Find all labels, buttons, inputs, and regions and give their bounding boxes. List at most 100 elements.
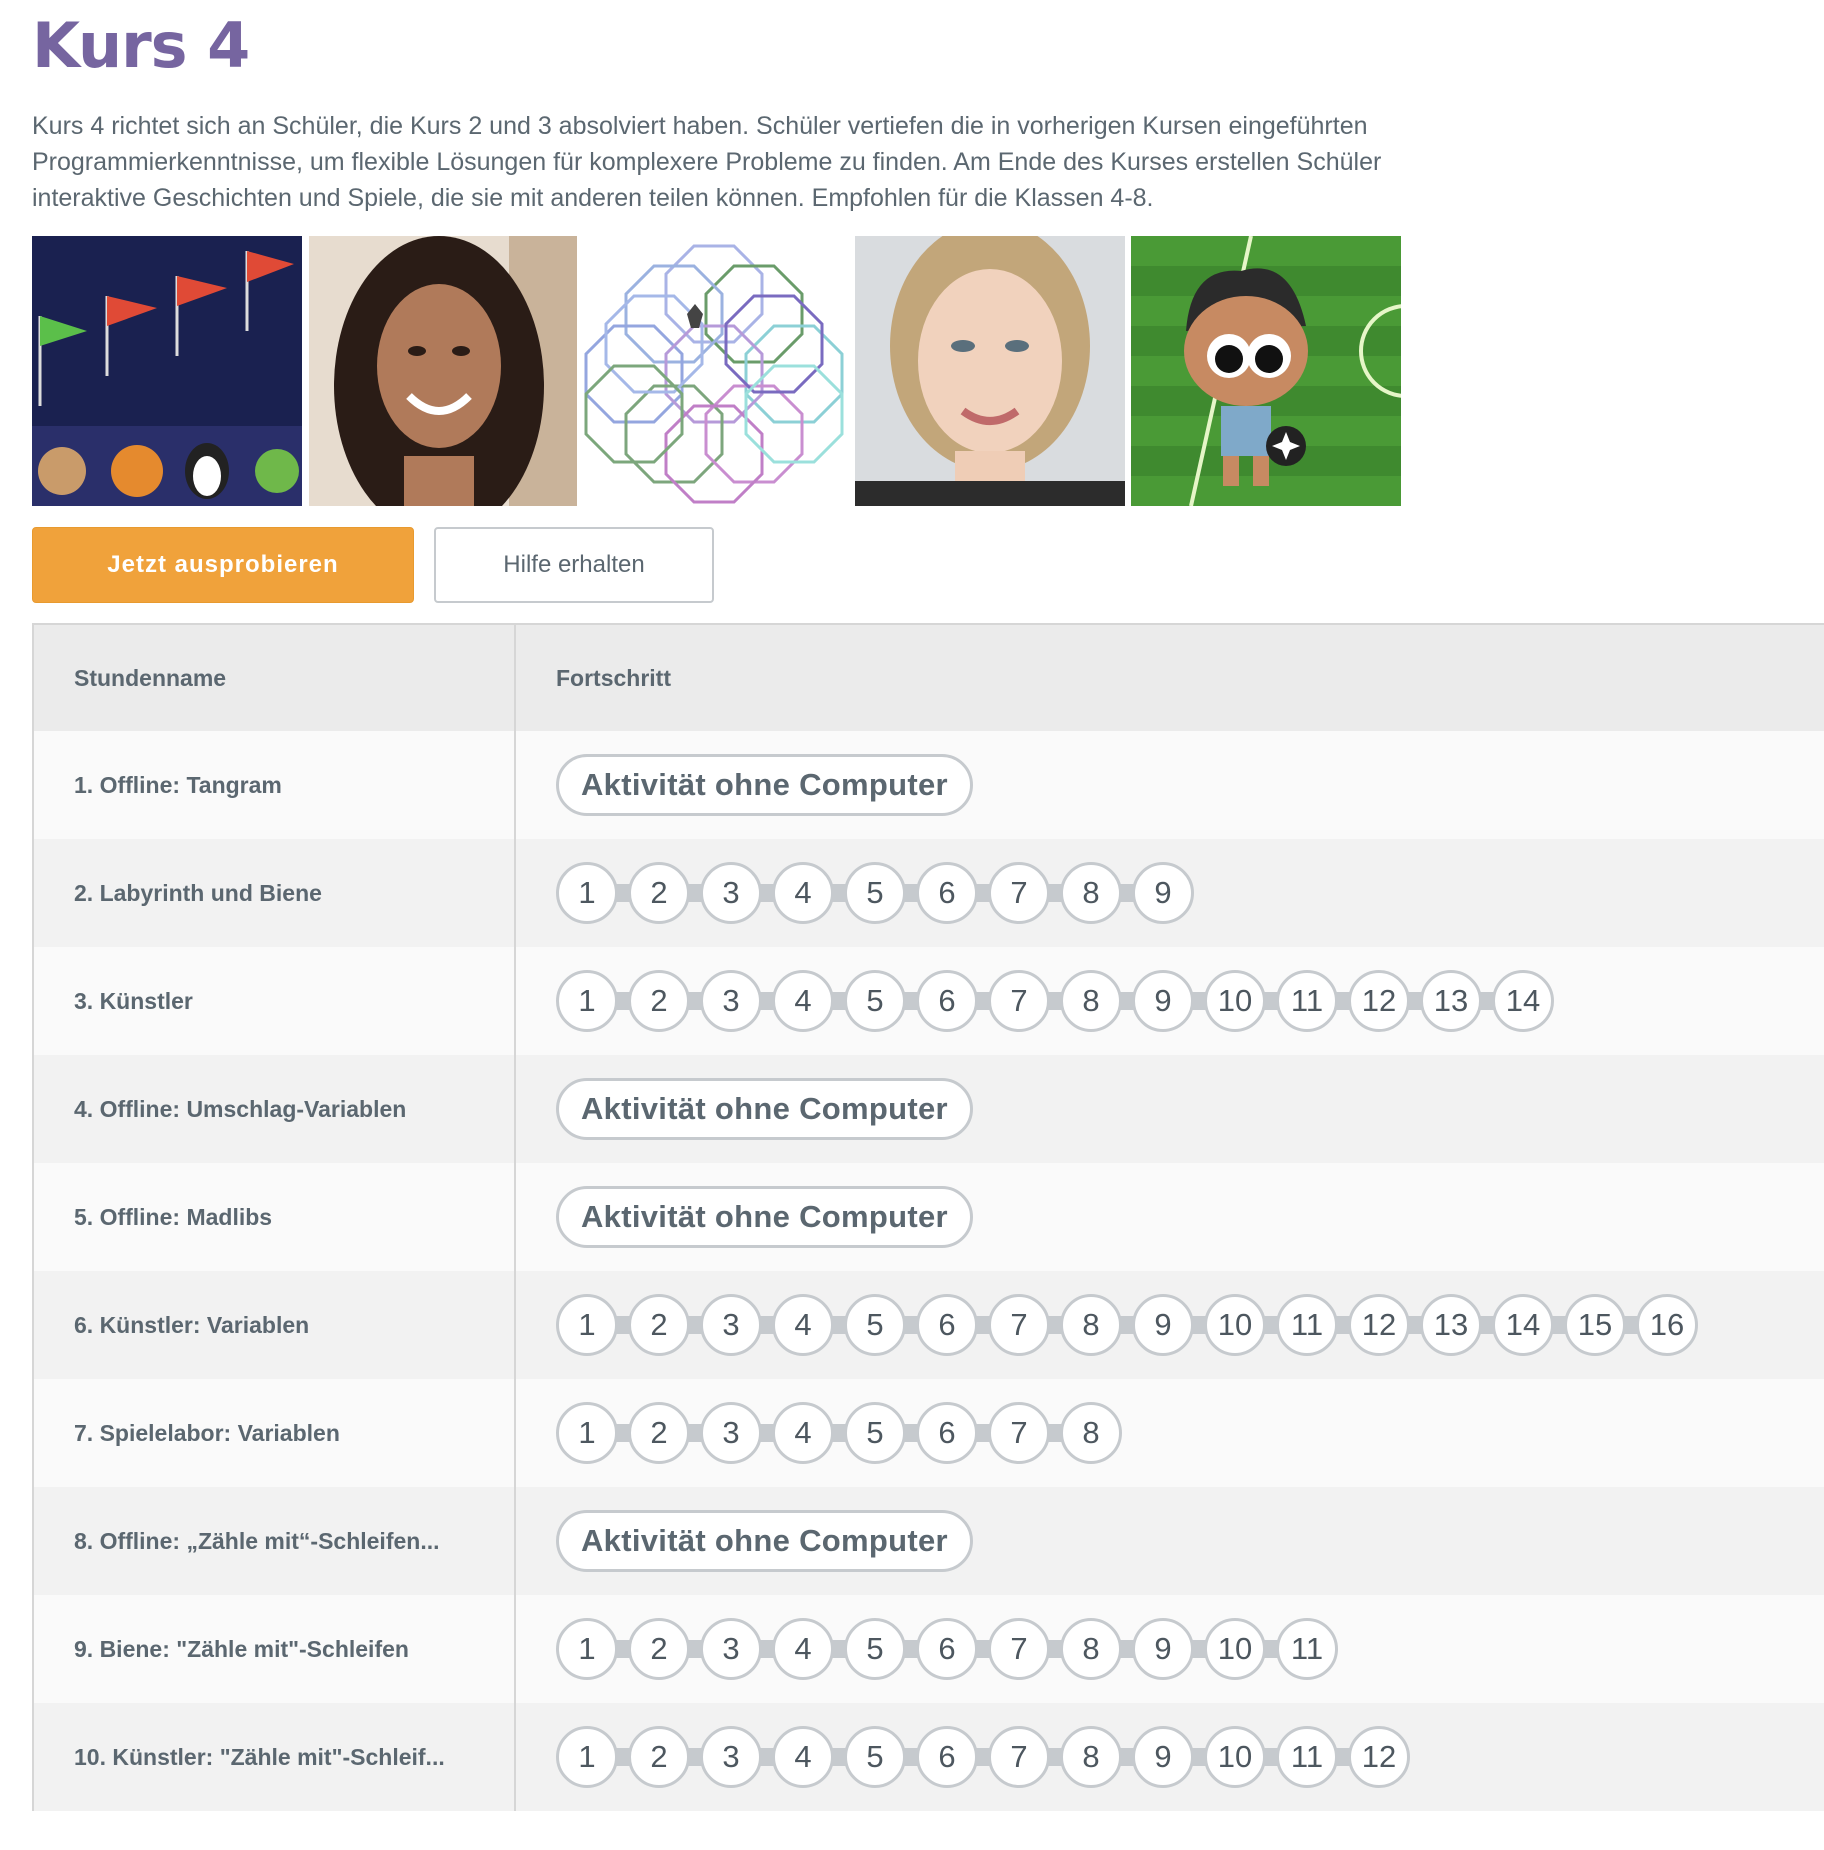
level-bubble[interactable]: 1 <box>556 1618 618 1680</box>
level-bubble[interactable]: 1 <box>556 862 618 924</box>
level-bubble[interactable]: 8 <box>1060 970 1122 1032</box>
level-bubble[interactable]: 8 <box>1060 1402 1122 1464</box>
level-bubble[interactable]: 2 <box>628 1294 690 1356</box>
level-bubble[interactable]: 10 <box>1204 1726 1266 1788</box>
level-bubble[interactable]: 15 <box>1564 1294 1626 1356</box>
offline-activity-pill[interactable]: Aktivität ohne Computer <box>556 1078 973 1140</box>
level-bubble[interactable]: 5 <box>844 862 906 924</box>
lesson-name[interactable]: 4. Offline: Umschlag-Variablen <box>33 1055 516 1163</box>
level-bubble[interactable]: 3 <box>700 1402 762 1464</box>
level-bubble[interactable]: 8 <box>1060 862 1122 924</box>
lesson-progress: 1 2 3 4 5 6 7 8 9 10 11 12 13 14 15 16 <box>515 1271 1824 1379</box>
level-bubble[interactable]: 4 <box>772 970 834 1032</box>
octagon-pattern-image <box>577 236 851 506</box>
table-row: 7. Spielelabor: Variablen 1 2 3 4 5 6 7 8 <box>33 1379 1824 1487</box>
lesson-name[interactable]: 5. Offline: Madlibs <box>33 1163 516 1271</box>
level-bubble[interactable]: 1 <box>556 1726 618 1788</box>
lesson-name[interactable]: 2. Labyrinth und Biene <box>33 839 516 947</box>
lesson-name[interactable]: 10. Künstler: "Zähle mit"-Schleif... <box>33 1703 516 1811</box>
level-bubble[interactable]: 5 <box>844 1402 906 1464</box>
level-bubble[interactable]: 7 <box>988 1294 1050 1356</box>
level-bubble[interactable]: 5 <box>844 970 906 1032</box>
level-bubble[interactable]: 1 <box>556 1402 618 1464</box>
lesson-name[interactable]: 9. Biene: "Zähle mit"-Schleifen <box>33 1595 516 1703</box>
lesson-name[interactable]: 1. Offline: Tangram <box>33 731 516 839</box>
lesson-name[interactable]: 6. Künstler: Variablen <box>33 1271 516 1379</box>
level-bubble[interactable]: 4 <box>772 862 834 924</box>
level-bubble[interactable]: 10 <box>1204 1294 1266 1356</box>
offline-activity-pill[interactable]: Aktivität ohne Computer <box>556 1186 973 1248</box>
offline-activity-pill[interactable]: Aktivität ohne Computer <box>556 754 973 816</box>
level-bubble[interactable]: 2 <box>628 862 690 924</box>
level-bubble[interactable]: 3 <box>700 862 762 924</box>
level-bubble[interactable]: 8 <box>1060 1618 1122 1680</box>
level-bubble[interactable]: 10 <box>1204 970 1266 1032</box>
smiling-woman-portrait-image <box>309 236 577 506</box>
level-bubble[interactable]: 2 <box>628 1402 690 1464</box>
level-bubble[interactable]: 14 <box>1492 970 1554 1032</box>
column-header-progress: Fortschritt <box>515 624 1824 731</box>
lesson-progress: 123456789 <box>515 839 1824 947</box>
level-bubbles: 1 2 3 4 5 6 7 8 9 10 11 12 <box>556 1726 1824 1788</box>
level-bubble[interactable]: 13 <box>1420 970 1482 1032</box>
level-bubble[interactable]: 9 <box>1132 862 1194 924</box>
level-bubble[interactable]: 2 <box>628 1618 690 1680</box>
level-bubble[interactable]: 7 <box>988 1618 1050 1680</box>
level-bubble[interactable]: 8 <box>1060 1726 1122 1788</box>
level-bubble[interactable]: 9 <box>1132 1294 1194 1356</box>
level-bubble[interactable]: 9 <box>1132 1726 1194 1788</box>
level-bubble[interactable]: 8 <box>1060 1294 1122 1356</box>
lesson-name[interactable]: 8. Offline: „Zähle mit“-Schleifen... <box>33 1487 516 1595</box>
level-bubble[interactable]: 5 <box>844 1618 906 1680</box>
level-bubble[interactable]: 10 <box>1204 1618 1266 1680</box>
level-bubble[interactable]: 16 <box>1636 1294 1698 1356</box>
level-bubble[interactable]: 1 <box>556 970 618 1032</box>
level-bubble[interactable]: 4 <box>772 1618 834 1680</box>
level-bubble[interactable]: 3 <box>700 1726 762 1788</box>
level-bubble[interactable]: 7 <box>988 970 1050 1032</box>
table-row: 8. Offline: „Zähle mit“-Schleifen... Akti… <box>33 1487 1824 1595</box>
level-bubble[interactable]: 6 <box>916 1726 978 1788</box>
level-bubble[interactable]: 11 <box>1276 1726 1338 1788</box>
level-bubble[interactable]: 3 <box>700 1294 762 1356</box>
level-bubble[interactable]: 2 <box>628 970 690 1032</box>
level-bubble[interactable]: 12 <box>1348 970 1410 1032</box>
level-bubble[interactable]: 12 <box>1348 1294 1410 1356</box>
level-bubble[interactable]: 2 <box>628 1726 690 1788</box>
offline-activity-pill[interactable]: Aktivität ohne Computer <box>556 1510 973 1572</box>
level-bubble[interactable]: 6 <box>916 862 978 924</box>
level-bubble[interactable]: 4 <box>772 1294 834 1356</box>
lesson-name[interactable]: 7. Spielelabor: Variablen <box>33 1379 516 1487</box>
level-bubble[interactable]: 14 <box>1492 1294 1554 1356</box>
level-bubble[interactable]: 6 <box>916 1294 978 1356</box>
level-bubble[interactable]: 4 <box>772 1402 834 1464</box>
level-bubble[interactable]: 11 <box>1276 970 1338 1032</box>
level-bubble[interactable]: 9 <box>1132 970 1194 1032</box>
level-bubble[interactable]: 3 <box>700 1618 762 1680</box>
lesson-name[interactable]: 3. Künstler <box>33 947 516 1055</box>
level-bubble[interactable]: 7 <box>988 1402 1050 1464</box>
level-bubble[interactable]: 5 <box>844 1726 906 1788</box>
level-bubble[interactable]: 4 <box>772 1726 834 1788</box>
level-bubble[interactable]: 9 <box>1132 1618 1194 1680</box>
level-bubble[interactable]: 7 <box>988 1726 1050 1788</box>
get-help-button[interactable]: Hilfe erhalten <box>434 527 714 603</box>
level-bubble[interactable]: 6 <box>916 970 978 1032</box>
blonde-woman-portrait-image <box>855 236 1125 506</box>
level-bubble[interactable]: 1 <box>556 1294 618 1356</box>
level-bubble[interactable]: 6 <box>916 1618 978 1680</box>
level-bubble[interactable]: 3 <box>700 970 762 1032</box>
level-bubble[interactable]: 13 <box>1420 1294 1482 1356</box>
level-bubbles: 123456789 <box>556 862 1824 924</box>
level-bubble[interactable]: 12 <box>1348 1726 1410 1788</box>
level-bubble[interactable]: 5 <box>844 1294 906 1356</box>
level-bubble[interactable]: 11 <box>1276 1618 1338 1680</box>
table-row: 9. Biene: "Zähle mit"-Schleifen 1 2 3 4 5 6 7 8 9… <box>33 1595 1824 1703</box>
level-bubble[interactable]: 11 <box>1276 1294 1338 1356</box>
lesson-progress: 1 2 3 4 5 6 7 8 9 10 11 12 <box>515 1703 1824 1811</box>
table-row: 5. Offline: Madlibs Aktivität ohne Comput… <box>33 1163 1824 1271</box>
lesson-progress: Aktivität ohne Computer <box>515 1487 1824 1595</box>
level-bubble[interactable]: 7 <box>988 862 1050 924</box>
try-now-button[interactable]: Jetzt ausprobieren <box>32 527 414 603</box>
level-bubble[interactable]: 6 <box>916 1402 978 1464</box>
